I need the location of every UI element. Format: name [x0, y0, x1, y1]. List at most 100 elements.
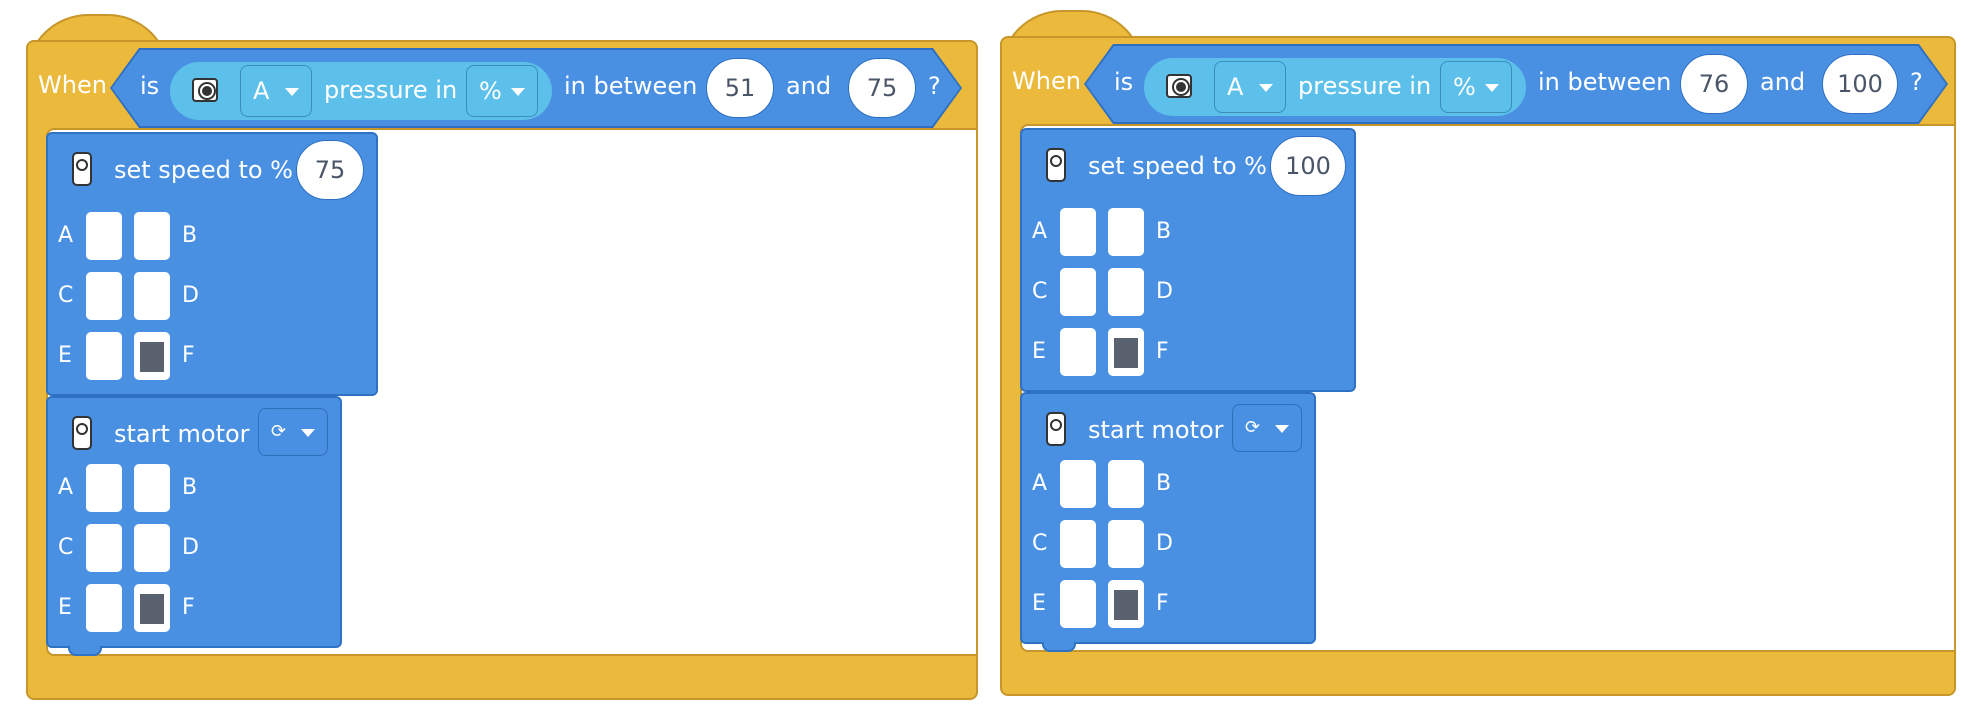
- port-d-toggle[interactable]: [134, 272, 170, 320]
- force-sensor-icon: [192, 78, 218, 102]
- port-b-toggle[interactable]: [1108, 460, 1144, 508]
- unit-dropdown[interactable]: %: [466, 65, 538, 117]
- is-label: is: [140, 72, 160, 100]
- pressure-condition-block[interactable]: is A pressure in % in between 76 and 100…: [1086, 46, 1946, 122]
- motor-hub-icon: [72, 152, 92, 186]
- set-speed-label: set speed to %: [114, 156, 293, 184]
- rotate-clockwise-icon: ⟳: [271, 421, 287, 442]
- start-motor-label: start motor: [114, 420, 250, 448]
- port-label-e: E: [1032, 591, 1046, 616]
- port-label-f: F: [182, 595, 195, 620]
- port-e-toggle[interactable]: [86, 584, 122, 632]
- port-label-e: E: [58, 343, 72, 368]
- upper-bound-input[interactable]: 100: [1822, 54, 1898, 114]
- question-mark: ?: [1910, 68, 1923, 96]
- port-e-toggle[interactable]: [86, 332, 122, 380]
- port-d-toggle[interactable]: [1108, 268, 1144, 316]
- port-label-a: A: [1032, 219, 1048, 244]
- port-label-d: D: [182, 535, 199, 560]
- port-a-toggle[interactable]: [86, 464, 122, 512]
- direction-dropdown[interactable]: ⟳: [258, 408, 328, 456]
- question-mark: ?: [928, 72, 941, 100]
- port-a-toggle[interactable]: [86, 212, 122, 260]
- port-c-toggle[interactable]: [1060, 520, 1096, 568]
- port-f-toggle-selected[interactable]: [134, 584, 170, 632]
- port-d-toggle[interactable]: [134, 524, 170, 572]
- port-label-e: E: [1032, 339, 1046, 364]
- chevron-down-icon: [511, 88, 525, 96]
- port-f-toggle-selected[interactable]: [1108, 580, 1144, 628]
- start-motor-block[interactable]: start motor ⟳ A B C D E F: [1020, 392, 1316, 652]
- port-label-f: F: [1156, 591, 1169, 616]
- chevron-down-icon: [285, 88, 299, 96]
- rotate-clockwise-icon: ⟳: [1245, 417, 1261, 438]
- port-a-toggle[interactable]: [1060, 208, 1096, 256]
- port-label-d: D: [1156, 279, 1173, 304]
- port-c-toggle[interactable]: [86, 272, 122, 320]
- speed-input[interactable]: 100: [1270, 136, 1346, 196]
- pressure-sensor-reporter[interactable]: A pressure in %: [1144, 58, 1526, 116]
- port-label-a: A: [1032, 471, 1048, 496]
- port-label-d: D: [182, 283, 199, 308]
- port-a-toggle[interactable]: [1060, 460, 1096, 508]
- port-label-c: C: [58, 535, 74, 560]
- pressure-condition-block[interactable]: is A pressure in % in between 51 and 75 …: [112, 50, 960, 126]
- pressure-label: pressure in: [1298, 72, 1432, 100]
- block-bottom-notch: [1042, 642, 1076, 652]
- lower-bound-input[interactable]: 51: [706, 58, 774, 118]
- port-label-e: E: [58, 595, 72, 620]
- port-label-b: B: [182, 475, 198, 500]
- port-c-toggle[interactable]: [1060, 268, 1096, 316]
- port-label-c: C: [58, 283, 74, 308]
- port-b-toggle[interactable]: [134, 212, 170, 260]
- start-motor-block[interactable]: start motor ⟳ A B C D E F: [46, 396, 342, 656]
- script-block-1[interactable]: When is A pressure in % in between 51 an…: [26, 14, 978, 704]
- port-e-toggle[interactable]: [1060, 328, 1096, 376]
- pressure-label: pressure in: [324, 76, 458, 104]
- port-label-d: D: [1156, 531, 1173, 556]
- port-label-b: B: [1156, 471, 1172, 496]
- start-motor-label: start motor: [1088, 416, 1224, 444]
- port-label-a: A: [58, 475, 74, 500]
- pressure-sensor-reporter[interactable]: A pressure in %: [170, 62, 552, 120]
- port-e-toggle[interactable]: [1060, 580, 1096, 628]
- port-dropdown[interactable]: A: [1214, 61, 1286, 113]
- port-label-f: F: [182, 343, 195, 368]
- chevron-down-icon: [301, 429, 315, 437]
- force-sensor-icon: [1166, 74, 1192, 98]
- port-label-c: C: [1032, 531, 1048, 556]
- direction-dropdown[interactable]: ⟳: [1232, 404, 1302, 452]
- lower-bound-input[interactable]: 76: [1680, 54, 1748, 114]
- port-c-toggle[interactable]: [86, 524, 122, 572]
- motor-hub-icon: [1046, 412, 1066, 446]
- speed-input[interactable]: 75: [296, 140, 364, 200]
- is-label: is: [1114, 68, 1134, 96]
- port-b-toggle[interactable]: [1108, 208, 1144, 256]
- port-label-f: F: [1156, 339, 1169, 364]
- motor-hub-icon: [1046, 148, 1066, 182]
- chevron-down-icon: [1259, 84, 1273, 92]
- and-label: and: [1760, 68, 1806, 96]
- block-bottom-notch: [68, 646, 102, 656]
- upper-bound-input[interactable]: 75: [848, 58, 916, 118]
- port-d-toggle[interactable]: [1108, 520, 1144, 568]
- port-label-b: B: [1156, 219, 1172, 244]
- in-between-label: in between: [1538, 68, 1672, 96]
- set-speed-block[interactable]: set speed to % 75 A B C D E F: [46, 132, 378, 396]
- port-label-b: B: [182, 223, 198, 248]
- chevron-down-icon: [1275, 425, 1289, 433]
- set-speed-label: set speed to %: [1088, 152, 1267, 180]
- port-dropdown[interactable]: A: [240, 65, 312, 117]
- in-between-label: in between: [564, 72, 698, 100]
- and-label: and: [786, 72, 832, 100]
- set-speed-block[interactable]: set speed to % 100 A B C D E F: [1020, 128, 1356, 392]
- port-label-a: A: [58, 223, 74, 248]
- unit-dropdown[interactable]: %: [1440, 61, 1512, 113]
- chevron-down-icon: [1485, 84, 1499, 92]
- port-b-toggle[interactable]: [134, 464, 170, 512]
- port-f-toggle-selected[interactable]: [1108, 328, 1144, 376]
- script-block-2[interactable]: When is A pressure in % in between 76 an…: [1000, 10, 1956, 700]
- port-f-toggle-selected[interactable]: [134, 332, 170, 380]
- motor-hub-icon: [72, 416, 92, 450]
- port-label-c: C: [1032, 279, 1048, 304]
